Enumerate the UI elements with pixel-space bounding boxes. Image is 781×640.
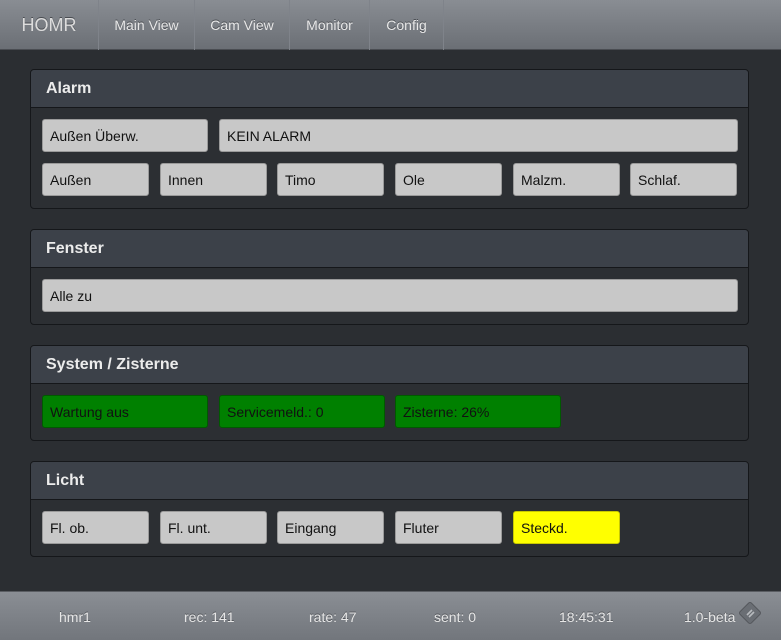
licht-steckd-button[interactable]: Steckd.: [513, 511, 620, 544]
nav-monitor[interactable]: Monitor: [290, 0, 370, 50]
footer-host: hmr1: [59, 609, 91, 625]
alarm-zone-malzm[interactable]: Malzm.: [513, 163, 620, 196]
alarm-mode-button[interactable]: Außen Überw.: [42, 119, 208, 152]
licht-panel-title: Licht: [31, 462, 748, 500]
zisterne-button[interactable]: Zisterne: 26%: [395, 395, 561, 428]
system-panel: System / Zisterne Wartung aus Servicemel…: [30, 345, 749, 441]
status-footer: hmr1 rec: 141 rate: 47 sent: 0 18:45:31 …: [0, 591, 781, 640]
alarm-zone-schlaf[interactable]: Schlaf.: [630, 163, 737, 196]
licht-eingang-button[interactable]: Eingang: [277, 511, 384, 544]
footer-sent: sent: 0: [434, 609, 477, 625]
brand-logo[interactable]: HOMR: [0, 0, 99, 50]
wartung-button[interactable]: Wartung aus: [42, 395, 208, 428]
footer-rec: rec: 141: [184, 609, 235, 625]
licht-panel: Licht Fl. ob. Fl. unt. Eingang Fluter St…: [30, 461, 749, 557]
nav-main-view[interactable]: Main View: [99, 0, 195, 50]
alarm-panel-title: Alarm: [31, 70, 748, 108]
alarm-zone-aussen[interactable]: Außen: [42, 163, 149, 196]
alarm-zone-timo[interactable]: Timo: [277, 163, 384, 196]
licht-fluter-button[interactable]: Fluter: [395, 511, 502, 544]
licht-fl-unt-button[interactable]: Fl. unt.: [160, 511, 267, 544]
fenster-status-button[interactable]: Alle zu: [42, 279, 738, 312]
footer-time: 18:45:31: [559, 609, 614, 625]
top-navbar: HOMR Main View Cam View Monitor Config: [0, 0, 781, 50]
nav-config[interactable]: Config: [370, 0, 444, 50]
alarm-zone-ole[interactable]: Ole: [395, 163, 502, 196]
alarm-status-button[interactable]: KEIN ALARM: [219, 119, 738, 152]
fenster-panel-title: Fenster: [31, 230, 748, 268]
alarm-zone-innen[interactable]: Innen: [160, 163, 267, 196]
licht-fl-ob-button[interactable]: Fl. ob.: [42, 511, 149, 544]
system-panel-title: System / Zisterne: [31, 346, 748, 384]
nav-cam-view[interactable]: Cam View: [195, 0, 290, 50]
servicemeld-button[interactable]: Servicemeld.: 0: [219, 395, 385, 428]
footer-version: 1.0-beta: [684, 609, 736, 625]
fenster-panel: Fenster Alle zu: [30, 229, 749, 325]
footer-rate: rate: 47: [309, 609, 357, 625]
resize-corner-icon[interactable]: [738, 601, 762, 625]
alarm-panel: Alarm Außen Überw. KEIN ALARM Außen Inne…: [30, 69, 749, 209]
